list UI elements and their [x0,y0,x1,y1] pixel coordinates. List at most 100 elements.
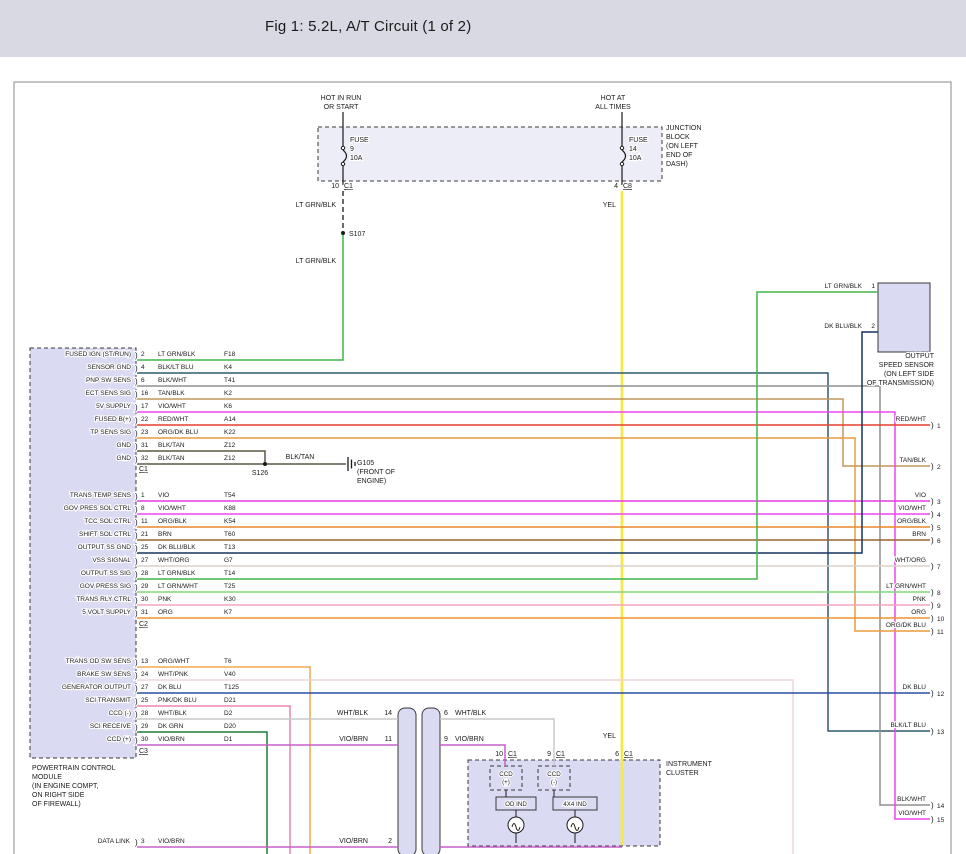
wire-org-dk-blu [137,438,930,631]
diagram-label: WHT/BLK [337,710,368,717]
exit-pin-number: 10 [937,616,945,623]
pcm-wire-name: BRN [158,531,172,538]
pcm-circuit-code: Z12 [224,442,236,449]
pcm-circuit-code: D2 [224,710,233,717]
sensor-pin-number: 2 [871,323,875,330]
data-link-label: DATA LINK [98,838,131,845]
pin-bracket: ) [135,544,138,553]
pin-bracket: ) [135,390,138,399]
pcm-circuit-code: D20 [224,723,236,730]
pcm-signal-label: 5 VOLT SUPPLY [82,609,131,616]
splice-dot [341,231,345,235]
fuse-label: 9 [350,146,354,153]
exit-wire-name: ORG/DK BLU [886,622,926,629]
pin-bracket: ) [931,497,934,506]
pcm-signal-label: CCD (-) [109,710,131,717]
pcm-signal-label: OUTPUT SS SIG [81,570,131,577]
diagram-label: WHT/BLK [455,710,486,717]
pcm-pin-number: 2 [141,351,145,358]
diagram-label: 10 [495,751,503,758]
diagram-label: OR START [324,104,359,111]
diagram-label: LT GRN/BLK [296,202,337,209]
exit-wire-name: LT GRN/WHT [886,583,926,590]
pcm-circuit-code: K54 [224,518,236,525]
data-link-pin: 3 [141,838,145,845]
sensor-wire-name: LT GRN/BLK [825,283,863,290]
pin-bracket: ) [931,510,934,519]
pcm-signal-label: SHIFT SOL CTRL [79,531,131,538]
pcm-pin-number: 29 [141,723,149,730]
diagram-label: VIO/BRN [455,736,484,743]
diagram-label: 9 [547,751,551,758]
pcm-signal-label: TP SENS SIG [90,429,131,436]
pcm-circuit-code: A14 [224,416,236,423]
fuse-label: 10A [350,155,363,162]
pcm-wire-name: VIO/BRN [158,736,185,743]
wire-blk-tan [137,451,265,464]
pin-bracket: ) [135,583,138,592]
exit-pin-number: 14 [937,803,945,810]
diagram-label: HOT AT [601,95,626,102]
exit-pin-number: 9 [937,603,941,610]
pin-bracket: ) [135,557,138,566]
pcm-wire-name: PNK/DK BLU [158,697,197,704]
pin-bracket: ) [931,588,934,597]
pcm-wire-name: VIO [158,492,169,499]
exit-pin-number: 2 [937,464,941,471]
pcm-pin-number: 32 [141,455,149,462]
diagram-label: C1 [624,751,633,758]
exit-wire-name: BRN [912,531,926,538]
pcm-signal-label: FUSED B(+) [95,416,131,423]
pcm-pin-number: 1 [141,492,145,499]
pcm-circuit-code: D1 [224,736,233,743]
diagram-label: END OF [666,152,692,159]
exit-pin-number: 7 [937,564,941,571]
diagram-label: LT GRN/BLK [296,258,337,265]
pin-bracket: ) [931,421,934,430]
pcm-circuit-code: K4 [224,364,232,371]
exit-wire-name: WHT/ORG [895,557,926,564]
fuse-terminal [341,146,344,149]
diagram-label: (-) [551,779,557,786]
fuse-terminal [620,146,623,149]
fuse-label: 14 [629,146,637,153]
diagram-label: S126 [252,470,268,477]
wire-blk-wht [137,386,930,805]
diagram-label: ENGINE) [357,478,386,485]
pcm-circuit-code: G7 [224,557,233,564]
pcm-signal-label: SENSOR GND [87,364,131,371]
pcm-pin-number: 31 [141,442,149,449]
wire-tan-blk [137,399,930,466]
pcm-pin-number: 16 [141,390,149,397]
wire-blk-lt-blu [137,373,930,731]
pcm-signal-label: TCC SOL CTRL [84,518,131,525]
fuse-label: FUSE [350,137,369,144]
pcm-pin-number: 6 [141,377,145,384]
fuse-label: FUSE [629,137,648,144]
pcm-pin-number: 25 [141,697,149,704]
pcm-pin-number: 28 [141,710,149,717]
diagram-label: 6 [444,710,448,717]
exit-pin-number: 12 [937,691,945,698]
pcm-circuit-code: T13 [224,544,236,551]
pcm-pin-number: 21 [141,531,149,538]
pcm-pin-number: 24 [141,671,149,678]
exit-wire-name: DK BLU [903,684,927,691]
exit-wire-name: BLK/LT BLU [890,722,926,729]
pcm-circuit-code: K22 [224,429,236,436]
pcm-signal-label: GENERATOR OUTPUT [62,684,131,691]
pcm-pin-number: 30 [141,736,149,743]
pcm-signal-label: GOV PRESS SIG [80,583,131,590]
exit-wire-name: TAN/BLK [899,457,926,464]
pcm-signal-label: SCI TRANSMIT [85,697,131,704]
pcm-signal-label: GOV PRES SOL CTRL [64,505,132,512]
diagram-label: 11 [385,736,392,743]
pcm-signal-label: TRANS OD SW SENS [66,658,132,665]
diagram-label: (ON LEFT SIDE [884,371,934,378]
pin-bracket: ) [135,351,138,360]
pin-bracket: ) [135,736,138,745]
pin-bracket: ) [135,492,138,501]
pcm-wire-name: WHT/PNK [158,671,189,678]
pcm-wire-name: TAN/BLK [158,390,185,397]
diagram-label: VIO/BRN [339,736,368,743]
